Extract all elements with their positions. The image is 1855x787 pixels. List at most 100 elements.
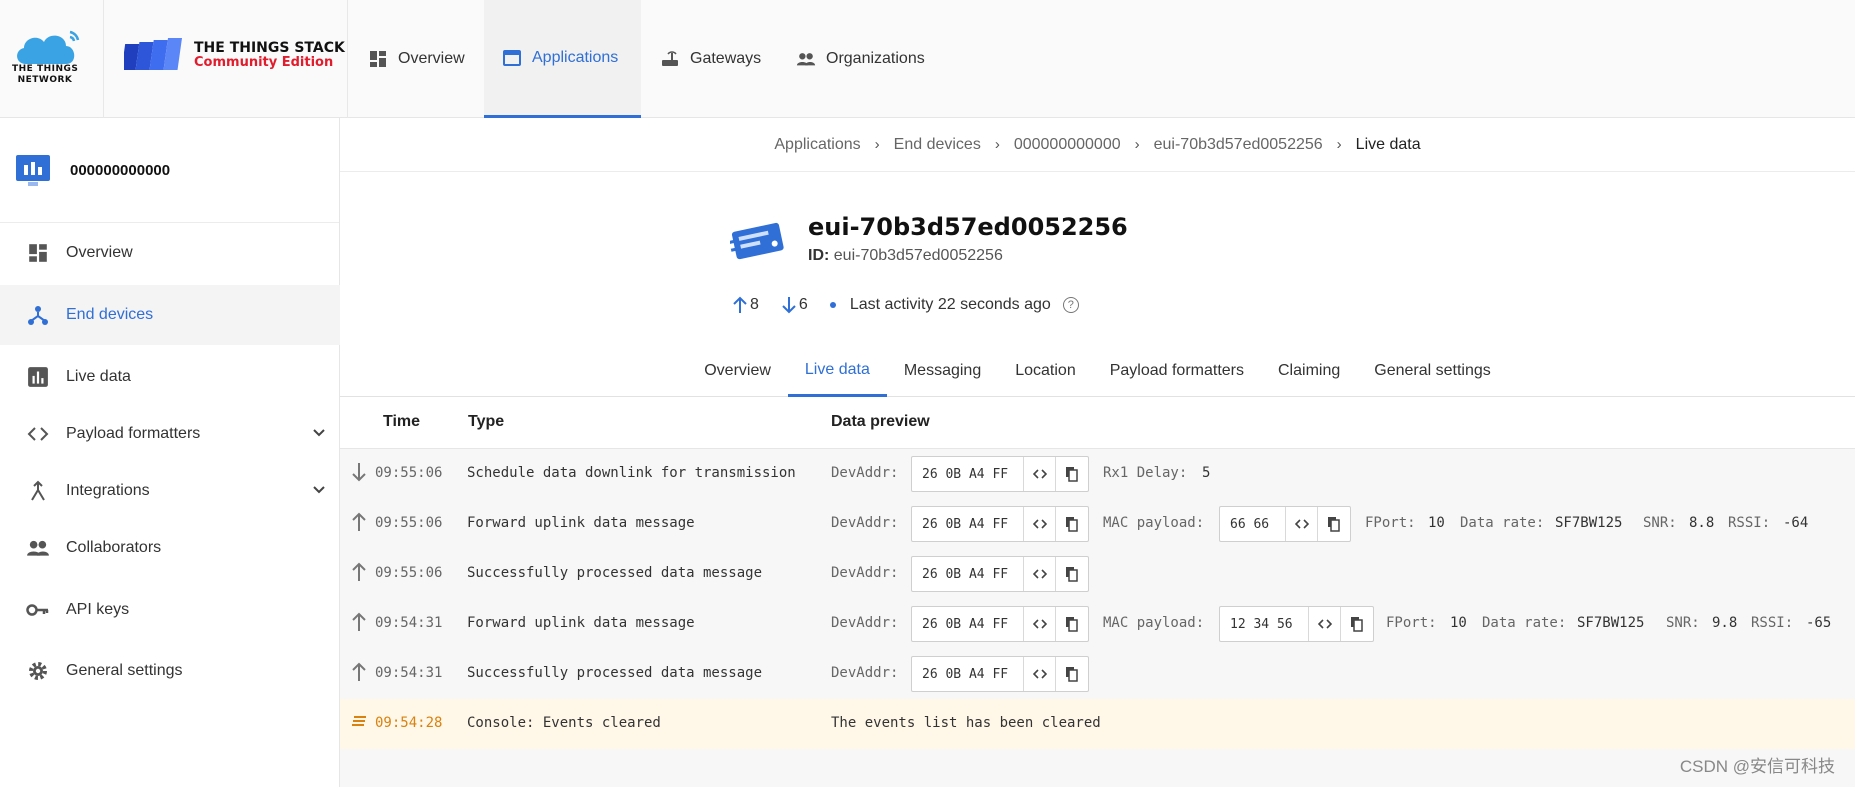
- people-icon: [26, 536, 50, 560]
- devaddr-value[interactable]: 26 0B A4 FF: [912, 457, 1024, 491]
- data-rate-label: Data rate:: [1460, 515, 1545, 531]
- nav-organizations[interactable]: Organizations: [778, 0, 943, 118]
- events-table: Time Type Data preview 09:55:06 Schedule…: [340, 397, 1855, 787]
- event-time: 09:54:28: [375, 715, 443, 731]
- devaddr-value[interactable]: 26 0B A4 FF: [912, 607, 1024, 641]
- code-toggle-icon[interactable]: [1286, 507, 1318, 541]
- merge-icon: [26, 479, 50, 503]
- event-time: 09:55:06: [375, 515, 443, 531]
- tab-payload-formatters[interactable]: Payload formatters: [1093, 345, 1261, 397]
- tab-claiming[interactable]: Claiming: [1261, 345, 1357, 397]
- tab-messaging[interactable]: Messaging: [887, 345, 998, 397]
- rx1-delay-label: Rx1 Delay:: [1103, 465, 1188, 481]
- breadcrumb-device-id[interactable]: eui-70b3d57ed0052256: [1154, 136, 1323, 154]
- stack-subtitle: Community Edition: [194, 55, 334, 70]
- ttn-logo-text: THE THINGS NETWORK: [12, 64, 79, 85]
- arrow-up-icon: [733, 296, 747, 313]
- nav-gateways-label: Gateways: [690, 50, 762, 67]
- devaddr-value[interactable]: 26 0B A4 FF: [912, 507, 1024, 541]
- watermark: CSDN @安信可科技: [1679, 757, 1835, 776]
- notes-icon: [352, 716, 366, 726]
- event-type: Schedule data downlink for transmission: [467, 465, 796, 481]
- code-toggle-icon[interactable]: [1024, 607, 1056, 641]
- sidebar-item-payload-formatters[interactable]: Payload formatters: [0, 404, 340, 464]
- code-toggle-icon[interactable]: [1024, 507, 1056, 541]
- copy-icon[interactable]: [1341, 607, 1373, 641]
- events-table-header: Time Type Data preview: [340, 397, 1855, 449]
- table-row[interactable]: 09:54:31 Successfully processed data mes…: [340, 649, 1855, 699]
- chevron-down-icon[interactable]: [312, 483, 326, 497]
- device-stats: 8 6 Last activity 22 seconds ago ?: [732, 296, 1079, 314]
- fport-value: 10: [1450, 615, 1467, 631]
- sidebar-item-live-data[interactable]: Live data: [0, 347, 340, 407]
- code-toggle-icon[interactable]: [1309, 607, 1341, 641]
- breadcrumb-applications[interactable]: Applications: [774, 136, 860, 154]
- chevron-right-icon: ›: [1134, 136, 1140, 153]
- dashboard-icon: [370, 51, 386, 67]
- nav-gateways[interactable]: Gateways: [642, 0, 779, 118]
- tab-location[interactable]: Location: [998, 345, 1093, 397]
- sidebar-item-collaborators[interactable]: Collaborators: [0, 518, 340, 578]
- last-activity: Last activity 22 seconds ago: [849, 296, 1051, 313]
- sidebar-item-general-settings[interactable]: General settings: [0, 641, 340, 701]
- tab-overview[interactable]: Overview: [687, 345, 788, 397]
- device-id: ID: eui-70b3d57ed0052256: [808, 247, 1003, 265]
- nav-overview[interactable]: Overview: [350, 0, 483, 118]
- window-icon: [503, 49, 521, 66]
- tts-logo[interactable]: THE THINGS STACK Community Edition: [104, 0, 348, 118]
- dashboard-icon: [26, 241, 50, 265]
- sidebar-item-overview[interactable]: Overview: [0, 223, 340, 283]
- end-device-icon: [730, 222, 784, 260]
- copy-icon[interactable]: [1056, 657, 1088, 691]
- sidebar-item-integrations[interactable]: Integrations: [0, 461, 340, 521]
- device-id-label: ID:: [808, 247, 830, 264]
- nav-applications[interactable]: Applications: [484, 0, 641, 118]
- breadcrumb-live-data: Live data: [1355, 135, 1421, 153]
- sidebar: 000000000000 Overview End devices Live d…: [0, 118, 340, 787]
- code-toggle-icon[interactable]: [1024, 557, 1056, 591]
- arrow-up-icon: [352, 512, 366, 531]
- downlink-counter: 6: [781, 296, 808, 314]
- copy-icon[interactable]: [1056, 507, 1088, 541]
- mac-payload-value[interactable]: 66 66: [1220, 507, 1286, 541]
- help-icon[interactable]: ?: [1062, 297, 1079, 313]
- chevron-right-icon: ›: [994, 136, 1000, 153]
- stack-title: THE THINGS STACK: [194, 40, 345, 56]
- copy-icon[interactable]: [1318, 507, 1350, 541]
- devaddr-value[interactable]: 26 0B A4 FF: [912, 557, 1024, 591]
- code-toggle-icon[interactable]: [1024, 457, 1056, 491]
- table-row[interactable]: 09:54:31 Forward uplink data message Dev…: [340, 599, 1855, 649]
- sidebar-item-api-keys[interactable]: API keys: [0, 580, 340, 640]
- devaddr-value[interactable]: 26 0B A4 FF: [912, 657, 1024, 691]
- column-time: Time: [383, 413, 421, 430]
- sidebar-app-header: 000000000000: [0, 118, 339, 223]
- device-hub-icon: [26, 303, 50, 327]
- sidebar-item-label: Live data: [66, 368, 131, 385]
- sidebar-item-end-devices[interactable]: End devices: [0, 285, 340, 345]
- table-row[interactable]: 09:55:06 Schedule data downlink for tran…: [340, 449, 1855, 499]
- top-header: THE THINGS NETWORK THE THINGS STACK Comm…: [0, 0, 1855, 118]
- tab-live-data[interactable]: Live data: [787, 345, 887, 397]
- table-row[interactable]: 09:55:06 Successfully processed data mes…: [340, 549, 1855, 599]
- breadcrumb-application-id[interactable]: 000000000000: [1014, 136, 1121, 154]
- chevron-right-icon: ›: [874, 136, 880, 153]
- copy-icon[interactable]: [1056, 607, 1088, 641]
- event-message: The events list has been cleared: [831, 715, 1101, 731]
- event-time: 09:54:31: [375, 615, 443, 631]
- breadcrumb-end-devices[interactable]: End devices: [894, 136, 981, 154]
- copy-icon[interactable]: [1056, 557, 1088, 591]
- copy-icon[interactable]: [1056, 457, 1088, 491]
- code-toggle-icon[interactable]: [1024, 657, 1056, 691]
- table-row[interactable]: 09:54:28 Console: Events cleared The eve…: [340, 699, 1855, 749]
- nav-organizations-label: Organizations: [826, 50, 925, 67]
- mac-payload-label: MAC payload:: [1103, 515, 1205, 531]
- mac-payload-field: 12 34 56: [1219, 606, 1374, 642]
- mac-payload-value[interactable]: 12 34 56: [1220, 607, 1309, 641]
- table-row[interactable]: 09:55:06 Forward uplink data message Dev…: [340, 499, 1855, 549]
- snr-value: 9.8: [1712, 615, 1738, 631]
- tab-general-settings[interactable]: General settings: [1357, 345, 1508, 397]
- event-time: 09:54:31: [375, 665, 443, 681]
- devaddr-label: DevAddr:: [831, 565, 899, 581]
- chevron-down-icon[interactable]: [312, 426, 326, 440]
- ttn-logo[interactable]: THE THINGS NETWORK: [0, 0, 104, 118]
